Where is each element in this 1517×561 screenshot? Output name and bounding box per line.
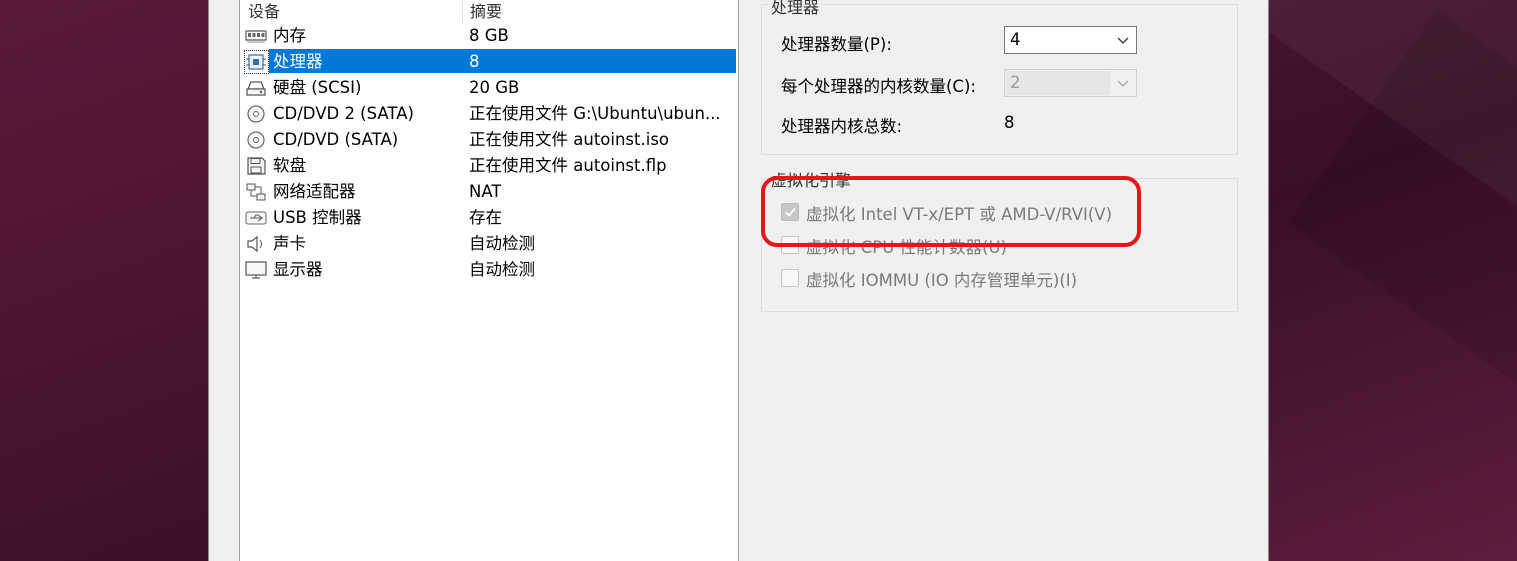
total-cores-value: 8: [1004, 113, 1015, 132]
virtualize-iommu-label: 虚拟化 IOMMU (IO 内存管理单元)(I): [806, 271, 1078, 290]
cores-per-processor-value: 2: [1010, 73, 1021, 92]
device-row-usb-controller[interactable]: USB 控制器 存在: [240, 205, 738, 231]
device-name: CD/DVD 2 (SATA): [273, 104, 414, 123]
device-summary: 20 GB: [469, 78, 520, 97]
device-summary: 存在: [469, 208, 502, 227]
device-row-cd-dvd[interactable]: CD/DVD (SATA) 正在使用文件 autoinst.iso: [240, 127, 738, 153]
cores-per-processor-label: 每个处理器的内核数量(C):: [781, 77, 976, 96]
annotation-highlight-ring: [761, 176, 1141, 247]
device-row-cd-dvd-2[interactable]: CD/DVD 2 (SATA) 正在使用文件 G:\Ubuntu\ubun...: [240, 101, 738, 127]
cores-per-processor-select[interactable]: 2: [1004, 69, 1137, 97]
processor-count-value: 4: [1010, 30, 1021, 49]
device-row-network-adapter[interactable]: 网络适配器 NAT: [240, 179, 738, 205]
device-name: 内存: [273, 26, 306, 45]
virtual-machine-settings-window: 设备 摘要 内存 8 GB 处理器 8 硬盘 (SCSI) 20 GB CD/D…: [208, 0, 1269, 561]
device-name: 硬盘 (SCSI): [273, 78, 362, 97]
network-adapter-icon: [245, 183, 267, 201]
summary-column-header[interactable]: 摘要: [470, 0, 502, 22]
usb-icon: [245, 209, 267, 227]
device-name: 软盘: [273, 156, 306, 175]
device-name: 声卡: [273, 234, 306, 253]
device-column-header[interactable]: 设备: [248, 0, 280, 22]
hard-disk-icon: [245, 79, 267, 97]
device-summary: 正在使用文件 autoinst.flp: [469, 156, 667, 175]
device-summary: 8 GB: [469, 26, 509, 45]
device-row-memory[interactable]: 内存 8 GB: [240, 23, 738, 49]
device-name: CD/DVD (SATA): [273, 130, 399, 149]
processor-count-label: 处理器数量(P):: [781, 35, 892, 54]
cd-dvd-icon: [245, 131, 267, 149]
desktop-wallpaper: [1257, 0, 1517, 561]
processors-group-title: 处理器: [768, 0, 823, 18]
display-icon: [245, 261, 267, 279]
select-inner-fill: [1006, 71, 1110, 95]
device-summary: 正在使用文件 autoinst.iso: [469, 130, 670, 149]
device-name: 网络适配器: [273, 182, 356, 201]
virtualize-iommu-checkbox[interactable]: [781, 269, 799, 287]
device-list[interactable]: 设备 摘要 内存 8 GB 处理器 8 硬盘 (SCSI) 20 GB CD/D…: [239, 0, 739, 561]
total-cores-label: 处理器内核总数:: [781, 117, 903, 136]
memory-icon: [245, 27, 267, 45]
device-row-processor[interactable]: 处理器 8: [240, 49, 738, 75]
device-summary: 自动检测: [469, 260, 535, 279]
device-list-header: 设备 摘要: [240, 0, 738, 23]
device-name: 处理器: [273, 52, 323, 71]
device-row-floppy[interactable]: 软盘 正在使用文件 autoinst.flp: [240, 153, 738, 179]
device-row-sound-card[interactable]: 声卡 自动检测: [240, 231, 738, 257]
device-summary: 8: [469, 52, 480, 71]
selection-highlight: [269, 49, 736, 73]
chevron-down-icon: [1116, 75, 1130, 89]
floppy-icon: [245, 157, 267, 175]
chevron-down-icon: [1116, 32, 1130, 46]
device-summary: NAT: [469, 182, 502, 201]
device-row-hard-disk[interactable]: 硬盘 (SCSI) 20 GB: [240, 75, 738, 101]
processor-icon: [245, 53, 267, 71]
device-summary: 正在使用文件 G:\Ubuntu\ubun...: [469, 104, 721, 123]
device-name: 显示器: [273, 260, 323, 279]
cd-dvd-icon: [245, 105, 267, 123]
device-name: USB 控制器: [273, 208, 362, 227]
device-row-display[interactable]: 显示器 自动检测: [240, 257, 738, 283]
device-summary: 自动检测: [469, 234, 535, 253]
sound-icon: [245, 235, 267, 253]
processor-count-select[interactable]: 4: [1004, 26, 1137, 54]
column-separator[interactable]: [462, 0, 463, 22]
